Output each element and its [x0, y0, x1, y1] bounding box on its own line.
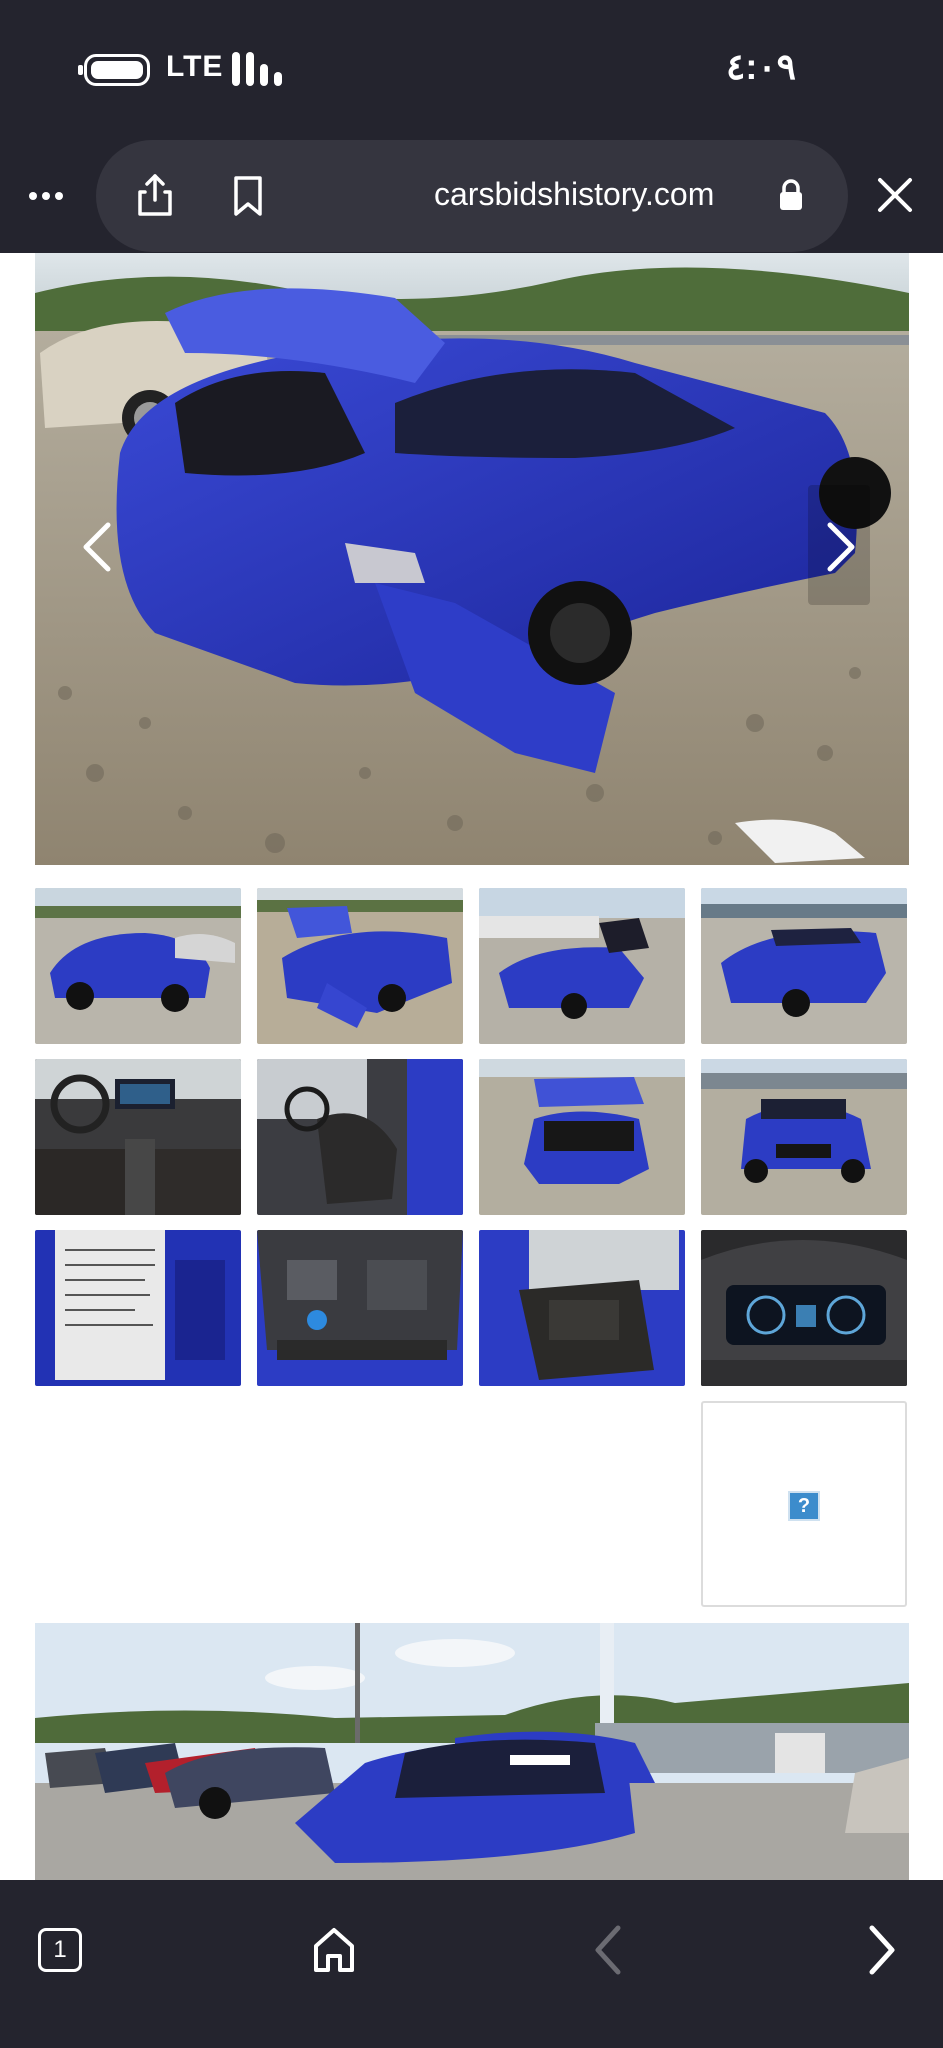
close-icon[interactable]: [872, 172, 918, 218]
thumbnail-photo[interactable]: [479, 1230, 685, 1386]
main-vehicle-photo[interactable]: [35, 253, 909, 865]
thumbnail-photo[interactable]: [257, 888, 463, 1044]
thumbnail-photo[interactable]: [479, 888, 685, 1044]
status-bar: LTE ٤:٠٩: [0, 0, 943, 140]
signal-icon: [232, 52, 282, 86]
page-content: ?: [0, 253, 943, 1880]
bookmark-icon[interactable]: [228, 174, 268, 218]
url-text[interactable]: carsbidshistory.com: [434, 176, 714, 213]
thumbnail-photo[interactable]: [35, 1230, 241, 1386]
address-bar[interactable]: carsbidshistory.com: [96, 140, 848, 252]
thumbnail-placeholder[interactable]: ?: [701, 1401, 907, 1607]
back-arrow-icon[interactable]: [588, 1922, 628, 1978]
battery-icon: [78, 54, 150, 86]
thumbnail-photo[interactable]: [35, 888, 241, 1044]
thumbnail-photo[interactable]: [257, 1230, 463, 1386]
broken-image-icon: ?: [788, 1491, 820, 1521]
thumbnail-photo[interactable]: [257, 1059, 463, 1215]
tabs-button[interactable]: 1: [38, 1928, 82, 1972]
clock: ٤:٠٩: [726, 46, 796, 87]
thumbnail-photo[interactable]: [701, 888, 907, 1044]
thumbnail-photo[interactable]: [35, 1059, 241, 1215]
chevron-right-icon[interactable]: [804, 485, 874, 605]
more-dots-icon[interactable]: [22, 176, 70, 216]
thumbnail-photo[interactable]: [701, 1059, 907, 1215]
lock-icon: [776, 178, 806, 212]
share-icon[interactable]: [135, 172, 175, 218]
secondary-vehicle-photo[interactable]: [35, 1623, 909, 1880]
forward-arrow-icon[interactable]: [862, 1922, 902, 1978]
thumbnail-photo[interactable]: [479, 1059, 685, 1215]
chevron-left-icon[interactable]: [62, 485, 132, 605]
bottom-toolbar: 1: [0, 1880, 943, 2048]
browser-toolbar: carsbidshistory.com: [0, 140, 943, 253]
thumbnail-photo[interactable]: [701, 1230, 907, 1386]
network-type: LTE: [166, 50, 224, 83]
home-icon[interactable]: [310, 1924, 358, 1976]
